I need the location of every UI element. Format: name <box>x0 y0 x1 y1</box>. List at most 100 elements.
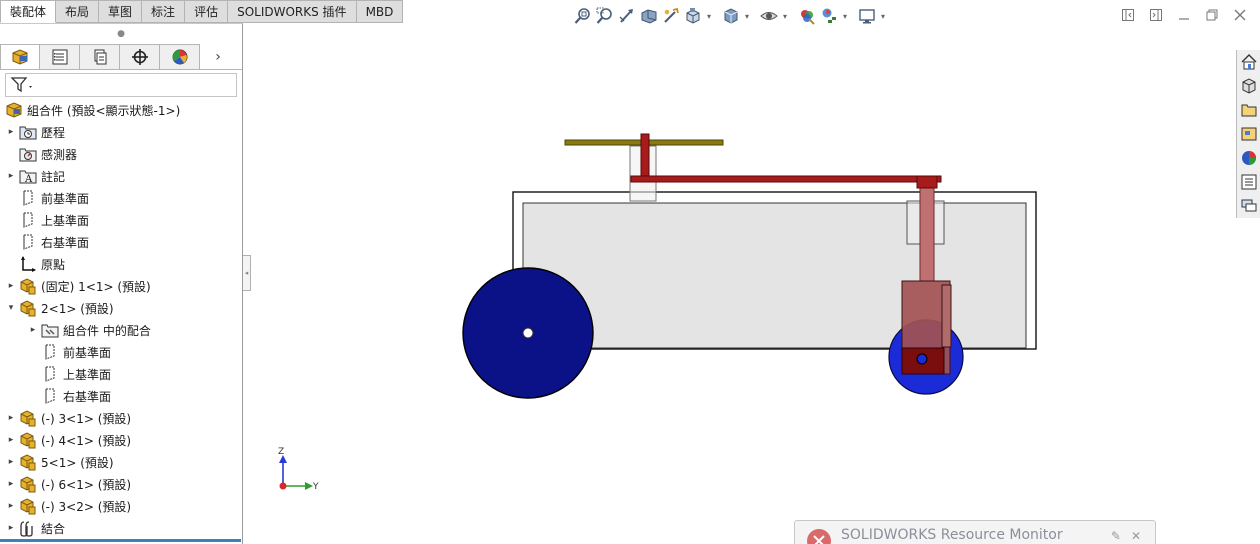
home-icon[interactable] <box>1237 50 1260 74</box>
tree-item[interactable]: ▸ (-) 4<1> (預設) <box>0 429 242 451</box>
assembly-icon <box>4 101 24 119</box>
displaymanager-icon[interactable] <box>160 44 200 69</box>
expand-arrow-icon[interactable]: ▸ <box>4 457 18 467</box>
expand-arrow-icon[interactable]: ▸ <box>4 127 18 137</box>
tree-item[interactable]: ▸ (-) 6<1> (預設) <box>0 473 242 495</box>
tree-item[interactable]: ▸ (-) 3<2> (預設) <box>0 495 242 517</box>
tree-item[interactable]: ▾ 2<1> (預設) <box>0 297 242 319</box>
plane-icon <box>40 343 60 361</box>
appearances-icon[interactable] <box>1237 146 1260 170</box>
view-palette-icon[interactable] <box>1237 122 1260 146</box>
left-shaft <box>640 133 650 180</box>
display-style-dropdown-icon[interactable]: ▾ <box>742 12 752 21</box>
expand-arrow-icon[interactable]: ▸ <box>4 479 18 489</box>
collapse-right-icon[interactable] <box>1146 6 1166 24</box>
document-window-controls <box>1118 6 1250 24</box>
forum-icon[interactable] <box>1237 194 1260 218</box>
expand-arrow-icon[interactable]: ▸ <box>26 325 40 335</box>
configurationmanager-icon[interactable] <box>80 44 120 69</box>
apply-scene-dropdown-icon[interactable]: ▾ <box>840 12 850 21</box>
tab-0[interactable]: 裝配体 <box>0 0 57 23</box>
tree-item-label: (固定) 1<1> (預設) <box>41 279 151 294</box>
close-notification-icon[interactable]: ✕ <box>1131 529 1141 543</box>
tab-6[interactable]: MBD <box>356 0 404 23</box>
panel-grip-icon[interactable]: ● <box>0 24 242 44</box>
part-icon <box>18 497 38 515</box>
plane-icon <box>18 233 38 251</box>
annotation-icon: A <box>18 167 38 185</box>
file-explorer-icon[interactable] <box>1237 98 1260 122</box>
restore-icon[interactable] <box>1202 6 1222 24</box>
tree-item[interactable]: 組合件 (預設<顯示狀態-1>) <box>0 99 242 121</box>
tree-item-label: (-) 6<1> (預設) <box>41 477 132 492</box>
expand-arrow-icon[interactable]: ▸ <box>4 435 18 445</box>
tree-item[interactable]: 原點 <box>0 253 242 275</box>
tree-item[interactable]: 前基準面 <box>0 341 242 363</box>
tree-item[interactable]: ▸ A 註記 <box>0 165 242 187</box>
tree-item[interactable]: 右基準面 <box>0 231 242 253</box>
tree-item[interactable]: ▸ (固定) 1<1> (預設) <box>0 275 242 297</box>
pin-icon[interactable]: ✎ <box>1111 529 1121 543</box>
expand-arrow-icon[interactable]: ▸ <box>4 281 18 291</box>
tree-item[interactable]: 上基準面 <box>0 363 242 385</box>
tree-filter[interactable] <box>5 73 237 97</box>
tree-item[interactable]: 上基準面 <box>0 209 242 231</box>
tree-item-label: 歷程 <box>41 125 66 140</box>
tab-2[interactable]: 草图 <box>99 0 143 23</box>
plane-icon <box>18 211 38 229</box>
collapse-left-icon[interactable] <box>1118 6 1138 24</box>
tree-item[interactable]: 右基準面 <box>0 385 242 407</box>
tree-item[interactable]: ▸ 結合 <box>0 517 242 539</box>
resource-monitor-title: SOLIDWORKS Resource Monitor <box>841 527 1063 543</box>
tree-item-label: 上基準面 <box>41 213 90 228</box>
tree-item[interactable]: ▸ (-) 3<1> (預設) <box>0 407 242 429</box>
tree-item[interactable]: 感測器 <box>0 143 242 165</box>
resource-monitor-notification[interactable]: SOLIDWORKS Resource Monitor ✎ ✕ <box>794 520 1156 544</box>
close-icon[interactable] <box>1230 6 1250 24</box>
part-icon <box>18 453 38 471</box>
tab-1[interactable]: 布局 <box>56 0 100 23</box>
fork-side-plate <box>941 284 952 348</box>
expand-arrow-icon[interactable]: ▸ <box>4 413 18 423</box>
expand-arrow-icon[interactable]: ▸ <box>4 523 18 533</box>
tree-item-label: 前基準面 <box>41 191 90 206</box>
expand-arrow-icon[interactable]: ▸ <box>4 171 18 181</box>
filter-icon <box>10 77 32 93</box>
mates-icon <box>40 321 60 339</box>
view-orientation-dropdown-icon[interactable]: ▾ <box>704 12 714 21</box>
view-settings-dropdown-icon[interactable]: ▾ <box>878 12 888 21</box>
design-library-icon[interactable] <box>1237 74 1260 98</box>
svg-text:A: A <box>24 174 33 185</box>
tab-4[interactable]: 评估 <box>185 0 229 23</box>
custom-properties-icon[interactable] <box>1237 170 1260 194</box>
plane-icon <box>40 365 60 383</box>
part-icon <box>18 299 38 317</box>
tree-item[interactable]: ▸ 歷程 <box>0 121 242 143</box>
triad-y-label: Y <box>312 482 319 492</box>
panel-more-button[interactable]: › <box>200 44 236 69</box>
tree-item-label: 註記 <box>41 169 66 184</box>
part-icon <box>18 277 38 295</box>
feature-tree: 組合件 (預設<顯示狀態-1>) ▸ 歷程 感測器 ▸ A 註記 前基準面 上基準面 右基準面 原點… <box>0 99 242 539</box>
hide-show-dropdown-icon[interactable]: ▾ <box>780 12 790 21</box>
dimxpertmanager-icon[interactable] <box>120 44 160 69</box>
tree-item[interactable]: ▸ 組合件 中的配合 <box>0 319 242 341</box>
tree-item-label: 結合 <box>41 521 66 536</box>
expand-arrow-icon[interactable]: ▸ <box>4 501 18 511</box>
collapse-arrow-icon[interactable]: ▾ <box>4 303 18 313</box>
front-wheel-hub <box>522 327 534 339</box>
tab-3[interactable]: 标注 <box>142 0 186 23</box>
tree-item[interactable]: 前基準面 <box>0 187 242 209</box>
history-icon <box>18 123 38 141</box>
tree-item-label: 2<1> (預設) <box>41 301 114 316</box>
graphics-viewport[interactable]: Z Y <box>244 23 1234 544</box>
tab-5[interactable]: SOLIDWORKS 插件 <box>228 0 357 23</box>
propertymanager-icon[interactable] <box>40 44 80 69</box>
sensor-icon <box>18 145 38 163</box>
tree-item[interactable]: ▸ 5<1> (預設) <box>0 451 242 473</box>
panel-scroll-indicator <box>0 539 241 542</box>
featuremanager-icon[interactable] <box>0 44 40 69</box>
part-icon <box>18 431 38 449</box>
tree-item-label: 組合件 (預設<顯示狀態-1>) <box>27 103 181 118</box>
minimize-icon[interactable] <box>1174 6 1194 24</box>
